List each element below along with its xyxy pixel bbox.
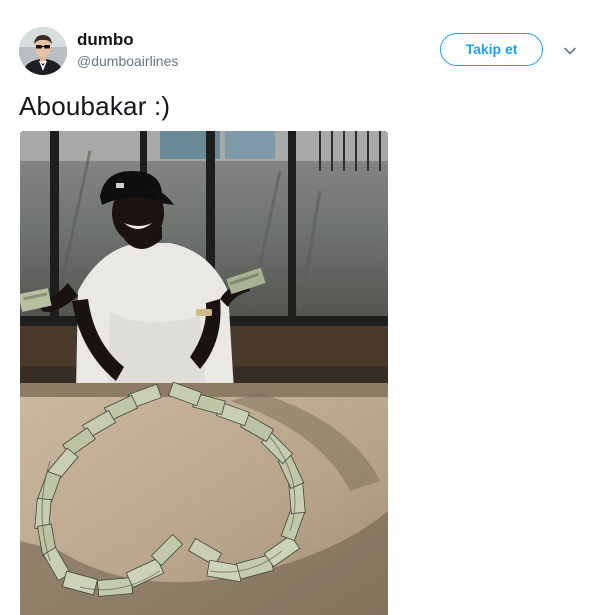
photo-illustration xyxy=(20,131,388,615)
avatar-image xyxy=(19,27,67,75)
author-display-name[interactable]: dumbo xyxy=(77,30,134,50)
tweet-photo[interactable] xyxy=(20,131,388,615)
chevron-down-icon[interactable] xyxy=(561,42,579,60)
author-handle[interactable]: @dumboairlines xyxy=(77,53,178,69)
tweet-text: Aboubakar :) xyxy=(19,91,171,121)
tweet-card: dumbo @dumboairlines Takip et Aboubakar … xyxy=(0,0,599,615)
author-avatar[interactable] xyxy=(19,27,67,75)
follow-button[interactable]: Takip et xyxy=(440,33,543,66)
